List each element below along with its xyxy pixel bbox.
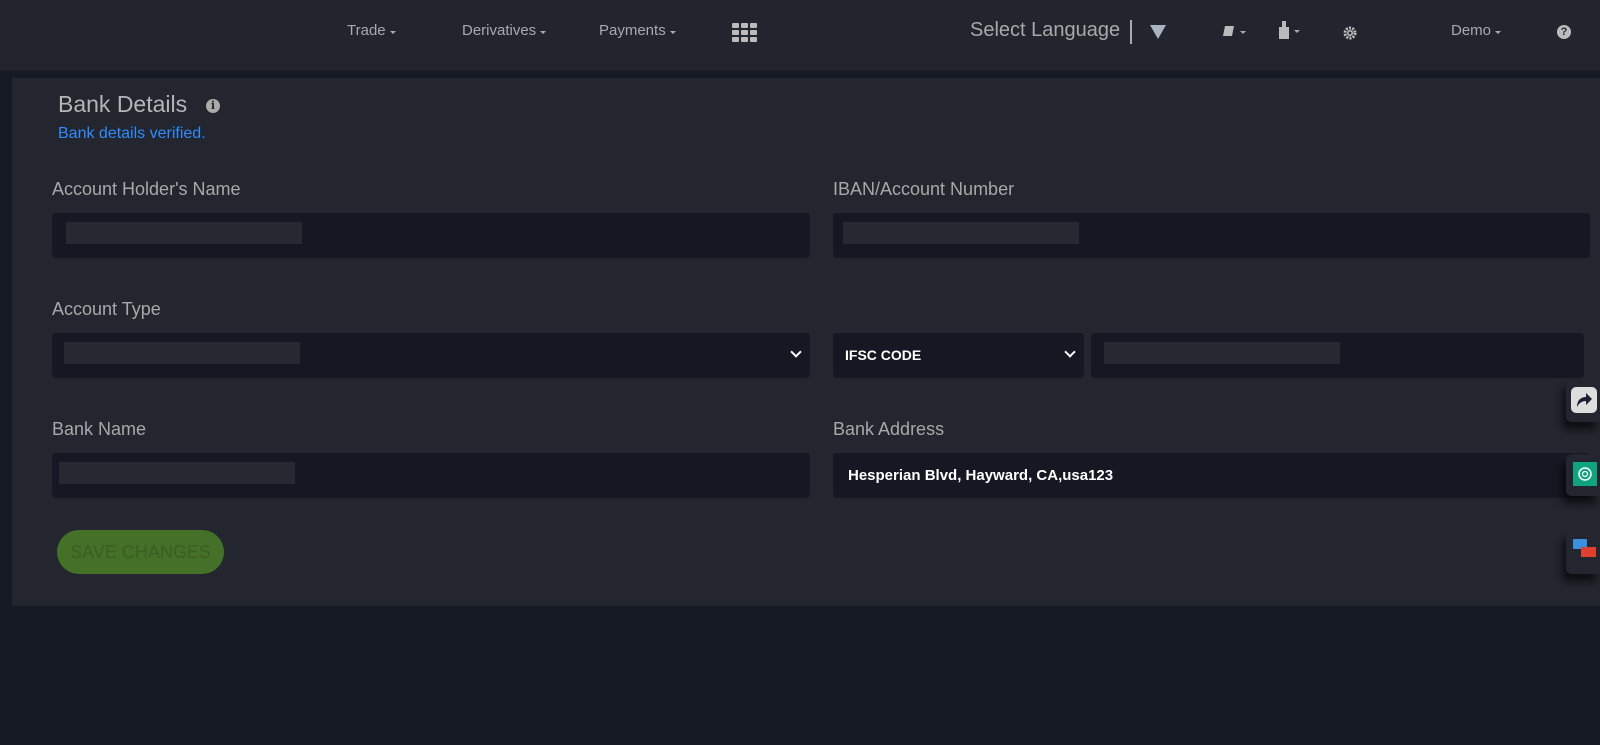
account-menu[interactable]: Demo — [1451, 22, 1502, 39]
nav-derivatives-label: Derivatives — [462, 22, 537, 39]
language-dropdown-icon[interactable] — [1150, 25, 1166, 39]
redacted-value — [59, 462, 295, 484]
nav-trade-label: Trade — [347, 22, 386, 39]
settings-button[interactable] — [1343, 26, 1357, 40]
caret-down-icon — [1294, 30, 1300, 33]
caret-down-icon — [389, 30, 396, 34]
redacted-value — [1104, 342, 1340, 364]
share-icon — [1571, 387, 1597, 413]
book-menu[interactable] — [1222, 24, 1246, 38]
nav-payments[interactable]: Payments — [599, 22, 676, 39]
top-navbar: Trade Derivatives Payments Select Langua… — [0, 0, 1600, 72]
nav-trade[interactable]: Trade — [347, 22, 396, 39]
info-icon[interactable]: i — [206, 99, 220, 113]
chevron-down-icon — [1064, 346, 1076, 358]
language-divider — [1130, 20, 1132, 44]
help-button[interactable]: ? — [1557, 25, 1571, 39]
wallet-icon — [1279, 21, 1289, 39]
gear-icon — [1343, 26, 1357, 40]
grid-icon[interactable] — [732, 23, 757, 42]
share-widget[interactable] — [1566, 380, 1600, 422]
select-language[interactable]: Select Language — [970, 19, 1120, 42]
chat-icon — [1573, 539, 1596, 557]
caret-down-icon — [540, 30, 547, 34]
page-title: Bank Details — [58, 91, 188, 117]
bank-address-value: Hesperian Blvd, Hayward, CA,usa123 — [848, 467, 1114, 484]
book-icon — [1223, 26, 1234, 36]
code-type-value: IFSC CODE — [845, 347, 922, 363]
bank-address-input[interactable]: Hesperian Blvd, Hayward, CA,usa123 — [833, 453, 1590, 498]
account-holder-input[interactable] — [52, 213, 810, 258]
verification-status: Bank details verified. — [58, 125, 206, 142]
code-type-select[interactable]: IFSC CODE — [833, 333, 1084, 378]
account-type-label: Account Type — [52, 299, 161, 319]
account-type-select[interactable] — [52, 333, 810, 378]
save-changes-button[interactable]: SAVE CHANGES — [57, 530, 224, 574]
bank-address-label: Bank Address — [833, 419, 945, 439]
bank-name-input[interactable] — [52, 453, 810, 498]
redacted-value — [843, 222, 1079, 244]
caret-down-icon — [1240, 31, 1246, 34]
redacted-value — [66, 222, 302, 244]
code-value-input[interactable] — [1091, 333, 1584, 378]
redacted-value — [64, 342, 300, 364]
wallet-menu[interactable] — [1278, 21, 1300, 39]
iban-input[interactable] — [833, 213, 1590, 258]
account-holder-label: Account Holder's Name — [52, 179, 241, 199]
chat-widget[interactable] — [1566, 530, 1600, 574]
account-label: Demo — [1451, 22, 1492, 39]
caret-down-icon — [1495, 30, 1502, 34]
nav-derivatives[interactable]: Derivatives — [462, 22, 547, 39]
chatgpt-icon — [1573, 462, 1597, 486]
question-icon: ? — [1557, 25, 1571, 39]
iban-label: IBAN/Account Number — [833, 179, 1015, 199]
bank-name-label: Bank Name — [52, 419, 147, 439]
chatgpt-widget[interactable] — [1566, 454, 1600, 496]
nav-payments-label: Payments — [599, 22, 666, 39]
chevron-down-icon — [790, 346, 802, 358]
caret-down-icon — [669, 30, 676, 34]
